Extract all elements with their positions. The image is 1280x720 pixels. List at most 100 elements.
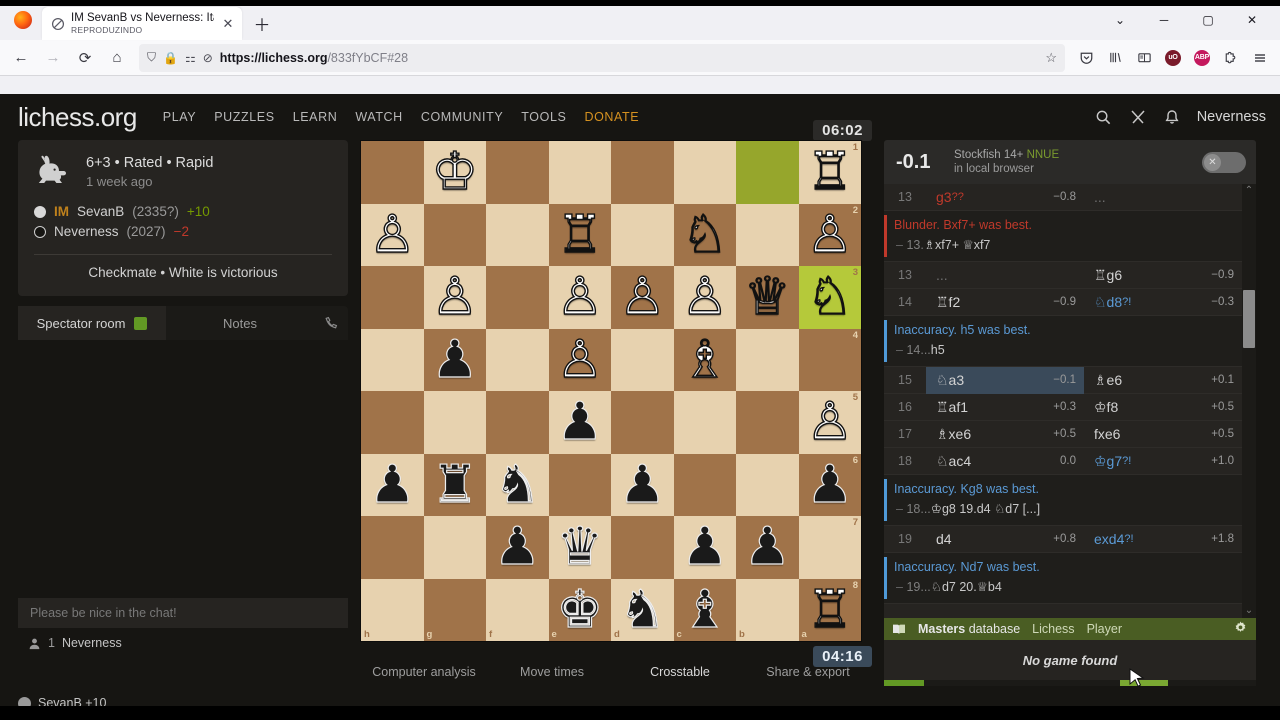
url-bar[interactable]: ⛉ 🔒 ⚏ ⊘ https://lichess.org/833fYbCF#28 … — [139, 43, 1065, 72]
move-cell-white[interactable]: ♘a3 −0.1 — [926, 366, 1084, 394]
board-square-d5[interactable] — [611, 391, 674, 454]
board-square-d7[interactable] — [611, 516, 674, 579]
piece-w-pawn[interactable]: ♙ — [549, 266, 612, 329]
board-square-e8[interactable]: e ♚ — [548, 578, 612, 642]
board-square-c3[interactable]: ♙ — [673, 266, 736, 329]
star-icon[interactable]: ☆ — [1045, 50, 1057, 66]
board-square-h5[interactable] — [361, 391, 424, 454]
board-square-b6[interactable] — [736, 453, 799, 516]
database-title[interactable]: Masters database — [918, 622, 1020, 636]
board-square-d6[interactable]: ♟ — [611, 453, 674, 516]
piece-w-king[interactable]: ♔ — [424, 141, 487, 204]
piece-w-pawn[interactable]: ♙ — [361, 204, 424, 267]
board-square-g6[interactable]: ♜ — [423, 453, 487, 517]
board-square-d4[interactable] — [611, 328, 674, 391]
board-square-f2[interactable] — [486, 203, 549, 266]
nav-item-community[interactable]: COMMUNITY — [421, 110, 503, 124]
board-square-e5[interactable]: ♟ — [548, 391, 611, 454]
board-square-c1[interactable] — [673, 141, 736, 204]
board-square-f8[interactable]: f — [486, 578, 549, 641]
extensions-puzzle-icon[interactable] — [1217, 44, 1245, 72]
piece-w-knight[interactable]: ♘ — [799, 266, 862, 329]
board-square-h4[interactable] — [361, 328, 424, 391]
nav-item-donate[interactable]: DONATE — [584, 110, 639, 124]
piece-b-bishop[interactable]: ♝ — [674, 579, 737, 642]
board-square-b1[interactable] — [736, 141, 799, 204]
piece-b-rook[interactable]: ♜ — [424, 454, 487, 517]
board-square-g1[interactable]: ♔ — [423, 141, 487, 204]
pocket-icon[interactable] — [1072, 44, 1100, 72]
move-cell-white[interactable]: ♖af1 +0.3 — [926, 394, 1084, 421]
browser-tab[interactable]: IM SevanB vs Neverness: Italian REPRODUZ… — [42, 7, 242, 40]
move-list-scrollbar[interactable]: ⌃ ⌄ — [1242, 184, 1256, 618]
move-cell-white[interactable]: g3?? −0.8 — [926, 184, 1084, 211]
board-square-d3[interactable]: ♙ — [611, 266, 674, 329]
board-square-b3[interactable]: ♕ — [736, 266, 799, 329]
piece-w-pawn[interactable]: ♙ — [799, 204, 862, 267]
board-square-g8[interactable]: g — [423, 578, 486, 641]
board-square-g4[interactable]: ♟ — [423, 328, 487, 392]
move-cell-black[interactable]: ♖g6 −0.9 — [1084, 262, 1242, 289]
piece-w-pawn[interactable]: ♙ — [611, 266, 674, 329]
permissions-icon[interactable]: ⚏ — [185, 51, 196, 65]
phone-icon[interactable] — [314, 316, 348, 330]
comment-variation[interactable]: – 19...♘d7 20.♕b4 — [884, 577, 1242, 597]
scroll-thumb[interactable] — [1243, 290, 1255, 348]
comment-variation[interactable]: – 18...♔g8 19.d4 ♘d7 [...] — [884, 499, 1242, 519]
board-square-a8[interactable]: 8 a ♖ — [798, 578, 862, 642]
piece-b-pawn[interactable]: ♟ — [486, 516, 549, 579]
nav-item-puzzles[interactable]: PUZZLES — [214, 110, 274, 124]
piece-w-queen[interactable]: ♕ — [736, 266, 799, 329]
board-square-f6[interactable]: ♞ — [486, 453, 549, 516]
piece-b-pawn[interactable]: ♟ — [424, 329, 487, 392]
reload-icon[interactable]: ⟳ — [70, 44, 100, 72]
board-square-e2[interactable]: ♖ — [548, 203, 611, 266]
piece-w-rook[interactable]: ♖ — [799, 579, 862, 642]
move-cell-white[interactable]: ♗xe6 +0.5 — [926, 421, 1084, 448]
move-cell-white[interactable]: ♖f2 −0.9 — [926, 289, 1084, 316]
board-square-e1[interactable] — [548, 141, 611, 204]
board-square-h7[interactable] — [361, 516, 424, 579]
board-square-c8[interactable]: c ♝ — [673, 578, 737, 642]
reader-view-icon[interactable] — [1130, 44, 1158, 72]
board-square-b5[interactable] — [736, 391, 799, 454]
tab-spectator-room[interactable]: Spectator room — [18, 306, 166, 340]
maximize-icon[interactable]: ▢ — [1186, 3, 1230, 37]
nav-item-watch[interactable]: WATCH — [355, 110, 402, 124]
board-square-f4[interactable] — [486, 328, 549, 391]
player-white[interactable]: IM SevanB (2335?) +10 — [34, 202, 332, 222]
piece-b-pawn[interactable]: ♟ — [674, 516, 737, 579]
board-square-a6[interactable]: 6 ♟ — [798, 453, 862, 517]
swords-icon[interactable] — [1129, 108, 1147, 126]
piece-w-pawn[interactable]: ♙ — [799, 391, 862, 454]
chat-input[interactable]: Please be nice in the chat! — [18, 598, 348, 628]
board-square-h2[interactable]: ♙ — [361, 203, 424, 267]
player-black[interactable]: Neverness (2027) −2 — [34, 222, 332, 242]
board-square-a3[interactable]: 3 ♘ — [798, 266, 862, 329]
piece-w-knight[interactable]: ♘ — [674, 204, 737, 267]
board-square-a5[interactable]: 5 ♙ — [798, 391, 862, 454]
board-square-d2[interactable] — [611, 203, 674, 266]
board-square-g2[interactable] — [423, 203, 486, 266]
board-square-c6[interactable] — [673, 453, 736, 516]
adblock-plus-icon[interactable]: ABP — [1188, 44, 1216, 72]
board-square-b8[interactable]: b — [736, 578, 799, 641]
board-square-a7[interactable]: 7 — [798, 516, 861, 579]
minimize-icon[interactable]: ─ — [1142, 3, 1186, 37]
move-cell-black[interactable]: ♔f8 +0.5 — [1084, 394, 1242, 421]
piece-b-pawn[interactable]: ♟ — [799, 454, 862, 517]
piece-b-queen[interactable]: ♛ — [549, 516, 612, 579]
library-icon[interactable] — [1101, 44, 1129, 72]
app-menu-icon[interactable] — [1246, 44, 1274, 72]
close-icon[interactable]: ✕ — [1230, 3, 1274, 37]
piece-b-king[interactable]: ♚ — [549, 579, 612, 642]
bell-icon[interactable] — [1164, 109, 1180, 126]
move-list[interactable]: 13 g3?? −0.8... Blunder. Bxf7+ was best. – 1… — [884, 184, 1242, 618]
search-icon[interactable] — [1095, 109, 1112, 126]
board-square-g7[interactable] — [423, 516, 486, 579]
forward-arrow-icon[interactable]: → — [38, 44, 68, 72]
autoplay-blocked-icon[interactable]: ⊘ — [203, 51, 213, 65]
board-square-h6[interactable]: ♟ — [361, 453, 424, 516]
board-square-a4[interactable]: 4 — [798, 328, 861, 391]
user-names[interactable]: Neverness — [62, 636, 122, 650]
